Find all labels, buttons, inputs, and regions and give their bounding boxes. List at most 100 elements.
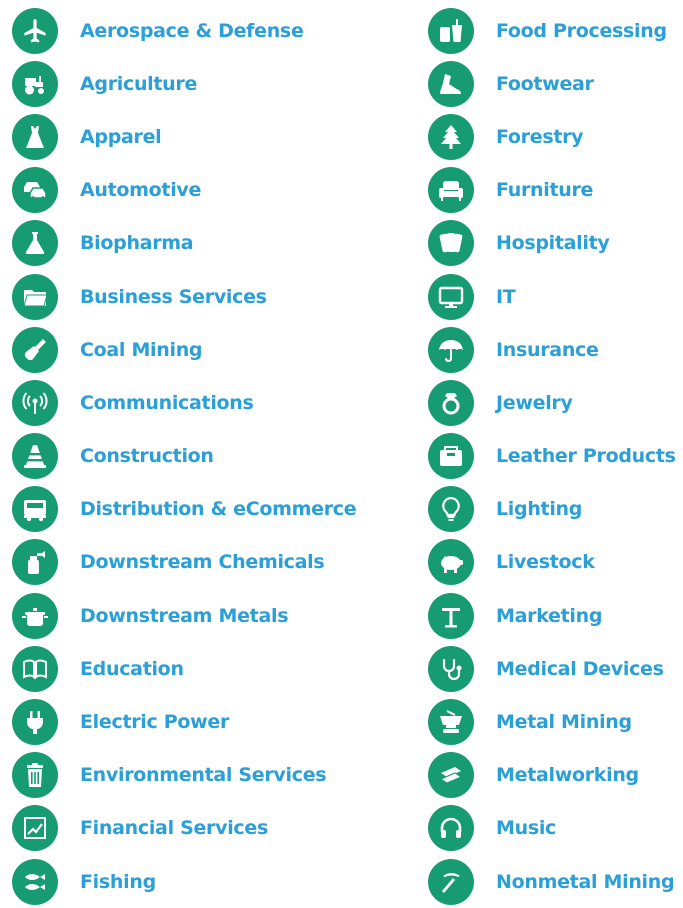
dress-icon bbox=[12, 113, 58, 160]
industry-column-right: Food Processing Footwear Forestry Furniture… bbox=[428, 4, 683, 908]
industry-label: Nonmetal Mining bbox=[496, 870, 675, 893]
industry-item[interactable]: Automotive bbox=[12, 164, 402, 217]
metal-bars-icon bbox=[428, 752, 474, 799]
industry-item[interactable]: Communications bbox=[12, 376, 402, 429]
industry-item[interactable]: Music bbox=[428, 802, 683, 855]
trash-can-icon bbox=[12, 752, 58, 799]
truck-icon bbox=[12, 486, 58, 533]
airplane-icon bbox=[12, 7, 58, 54]
industry-label: Jewelry bbox=[496, 391, 573, 414]
industry-item[interactable]: Financial Services bbox=[12, 802, 402, 855]
industry-label: Hospitality bbox=[496, 232, 610, 255]
industry-item[interactable]: Jewelry bbox=[428, 376, 683, 429]
industry-item[interactable]: Lighting bbox=[428, 483, 683, 536]
industry-item[interactable]: Coal Mining bbox=[12, 323, 402, 376]
industry-label: Automotive bbox=[80, 179, 202, 202]
industry-label: Downstream Chemicals bbox=[80, 551, 325, 574]
industry-label: Leather Products bbox=[496, 445, 676, 468]
stethoscope-icon bbox=[428, 645, 474, 692]
tractor-icon bbox=[12, 60, 58, 107]
pot-icon bbox=[12, 592, 58, 639]
industry-item[interactable]: Environmental Services bbox=[12, 749, 402, 802]
industry-item[interactable]: Hospitality bbox=[428, 217, 683, 270]
industry-label: Downstream Metals bbox=[80, 604, 289, 627]
tree-icon bbox=[428, 113, 474, 160]
industry-label: Furniture bbox=[496, 179, 594, 202]
industry-item[interactable]: Fishing bbox=[12, 855, 402, 908]
industry-item[interactable]: Metal Mining bbox=[428, 695, 683, 748]
industry-item[interactable]: Business Services bbox=[12, 270, 402, 323]
industry-label: Insurance bbox=[496, 338, 599, 361]
traffic-cone-icon bbox=[12, 433, 58, 480]
industry-label: Financial Services bbox=[80, 817, 268, 840]
can-cup-icon bbox=[428, 7, 474, 54]
shovel-icon bbox=[12, 326, 58, 373]
industry-item[interactable]: Downstream Metals bbox=[12, 589, 402, 642]
industry-list: Aerospace & Defense Agriculture Apparel Aut… bbox=[0, 0, 683, 905]
industry-item[interactable]: Forestry bbox=[428, 110, 683, 163]
industry-label: Metal Mining bbox=[496, 711, 632, 734]
industry-label: Fishing bbox=[80, 870, 156, 893]
industry-label: Metalworking bbox=[496, 764, 639, 787]
antenna-icon bbox=[12, 379, 58, 426]
industry-item[interactable]: Biopharma bbox=[12, 217, 402, 270]
flask-icon bbox=[12, 220, 58, 267]
fish-icon bbox=[12, 858, 58, 905]
industry-label: Food Processing bbox=[496, 19, 667, 42]
sofa-icon bbox=[428, 167, 474, 214]
lightbulb-icon bbox=[428, 486, 474, 533]
industry-label: Business Services bbox=[80, 285, 267, 308]
industry-item[interactable]: Construction bbox=[12, 430, 402, 483]
pig-icon bbox=[428, 539, 474, 586]
pickaxe-icon bbox=[428, 858, 474, 905]
industry-item[interactable]: Leather Products bbox=[428, 430, 683, 483]
industry-item[interactable]: Agriculture bbox=[12, 57, 402, 110]
industry-item[interactable]: Aerospace & Defense bbox=[12, 4, 402, 57]
industry-item[interactable]: Education bbox=[12, 642, 402, 695]
industry-item[interactable]: Livestock bbox=[428, 536, 683, 589]
industry-item[interactable]: Insurance bbox=[428, 323, 683, 376]
industry-item[interactable]: Furniture bbox=[428, 164, 683, 217]
chart-icon bbox=[12, 805, 58, 852]
industry-item[interactable]: Downstream Chemicals bbox=[12, 536, 402, 589]
industry-label: Livestock bbox=[496, 551, 595, 574]
industry-label: Apparel bbox=[80, 125, 162, 148]
industry-item[interactable]: Footwear bbox=[428, 57, 683, 110]
industry-item[interactable]: IT bbox=[428, 270, 683, 323]
industry-item[interactable]: Metalworking bbox=[428, 749, 683, 802]
industry-item[interactable]: Nonmetal Mining bbox=[428, 855, 683, 908]
spray-bottle-icon bbox=[12, 539, 58, 586]
cars-icon bbox=[12, 167, 58, 214]
industry-label: Construction bbox=[80, 445, 214, 468]
sign-icon bbox=[428, 592, 474, 639]
monitor-icon bbox=[428, 273, 474, 320]
wallet-icon bbox=[428, 433, 474, 480]
industry-label: IT bbox=[496, 285, 516, 308]
shoe-icon bbox=[428, 60, 474, 107]
industry-item[interactable]: Apparel bbox=[12, 110, 402, 163]
book-icon bbox=[12, 645, 58, 692]
headphones-icon bbox=[428, 805, 474, 852]
industry-item[interactable]: Electric Power bbox=[12, 695, 402, 748]
industry-label: Medical Devices bbox=[496, 657, 664, 680]
industry-label: Electric Power bbox=[80, 711, 230, 734]
industry-label: Forestry bbox=[496, 125, 584, 148]
industry-label: Distribution & eCommerce bbox=[80, 498, 357, 521]
industry-label: Lighting bbox=[496, 498, 583, 521]
industry-label: Agriculture bbox=[80, 72, 198, 95]
towels-icon bbox=[428, 220, 474, 267]
industry-label: Marketing bbox=[496, 604, 603, 627]
industry-label: Environmental Services bbox=[80, 764, 327, 787]
industry-item[interactable]: Food Processing bbox=[428, 4, 683, 57]
industry-item[interactable]: Distribution & eCommerce bbox=[12, 483, 402, 536]
ring-icon bbox=[428, 379, 474, 426]
industry-label: Footwear bbox=[496, 72, 594, 95]
industry-label: Biopharma bbox=[80, 232, 194, 255]
umbrella-icon bbox=[428, 326, 474, 373]
plug-icon bbox=[12, 699, 58, 746]
industry-item[interactable]: Marketing bbox=[428, 589, 683, 642]
industry-column-left: Aerospace & Defense Agriculture Apparel Aut… bbox=[12, 4, 402, 908]
industry-item[interactable]: Medical Devices bbox=[428, 642, 683, 695]
industry-label: Education bbox=[80, 657, 184, 680]
industry-label: Aerospace & Defense bbox=[80, 19, 304, 42]
